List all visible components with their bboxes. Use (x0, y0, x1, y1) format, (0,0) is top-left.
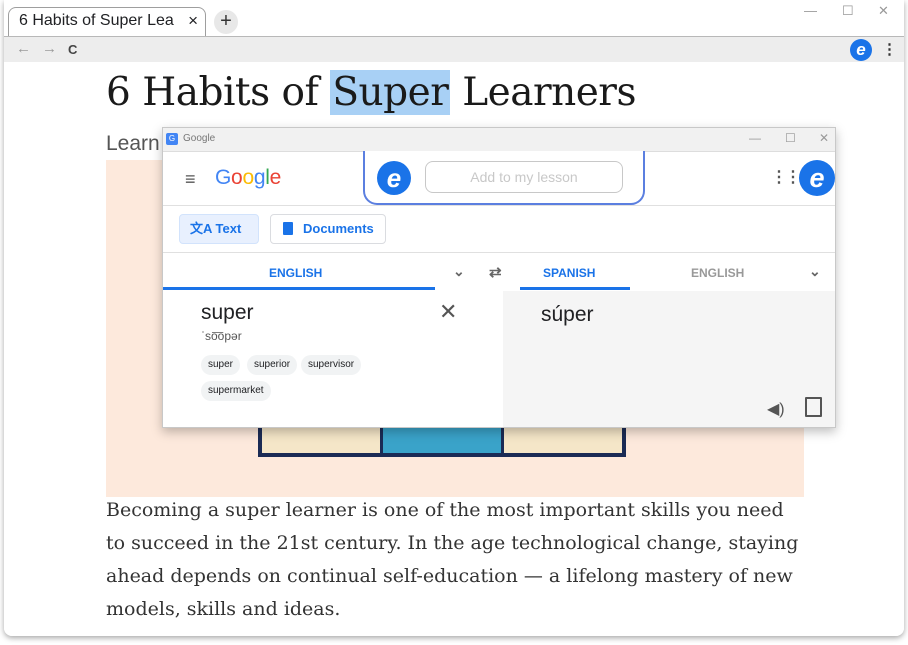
gt-maximize-icon[interactable]: ☐ (785, 131, 796, 145)
add-to-lesson-input[interactable]: Add to my lesson (425, 161, 623, 193)
suggestion-chip[interactable]: super (201, 355, 241, 375)
mode-documents-label: Documents (303, 221, 374, 236)
source-language-tab[interactable]: ENGLISH (269, 266, 322, 280)
title-after: Learners (450, 70, 636, 115)
new-tab-button[interactable]: + (214, 10, 238, 34)
logo-letter: o (242, 166, 254, 189)
suggestion-chip[interactable]: superior (247, 355, 298, 375)
page-subtitle: Learn (106, 132, 160, 155)
source-lang-dropdown-icon[interactable]: ⌄ (453, 263, 465, 280)
hamburger-menu-icon[interactable]: ≡ (185, 169, 196, 190)
target-language-alt-tab[interactable]: ENGLISH (691, 266, 744, 280)
gt-close-icon[interactable]: ✕ (819, 131, 829, 145)
document-icon (283, 222, 293, 235)
maximize-icon[interactable]: ☐ (842, 3, 854, 19)
translated-text: súper (541, 303, 594, 326)
mode-text-button[interactable]: 文A Text (179, 214, 259, 244)
gt-titlebar: G Google — ☐ ✕ (163, 128, 835, 152)
mode-documents-button[interactable]: Documents (270, 214, 386, 244)
speaker-icon[interactable]: ◀) (767, 399, 785, 419)
logo-letter: o (231, 166, 243, 189)
mode-selector: 文A Text Documents (163, 206, 835, 253)
forward-icon[interactable]: → (42, 40, 57, 57)
page-title: 6 Habits of Super Learners (106, 70, 636, 115)
suggestion-chip[interactable]: supermarket (201, 381, 271, 401)
mode-text-label: Text (215, 221, 242, 236)
logo-letter: G (215, 166, 232, 189)
gt-header: ≡ Google e Add to my lesson ⋮⋮⋮ e (163, 151, 835, 206)
title-highlight[interactable]: Super (330, 70, 451, 115)
title-before: 6 Habits of (106, 70, 331, 115)
google-translate-window: G Google — ☐ ✕ ≡ Google e Add to my less… (162, 127, 836, 428)
article-paragraph: Becoming a super learner is one of the m… (106, 499, 799, 620)
language-bar: ENGLISH ⌄ ⇄ SPANISH ENGLISH ⌄ (163, 253, 835, 291)
copy-icon[interactable] (805, 397, 822, 417)
reload-icon[interactable]: C (68, 42, 77, 57)
gt-minimize-icon[interactable]: — (749, 131, 761, 145)
toolbar: ← → C e ⋮ (4, 36, 904, 63)
minimize-icon[interactable]: — (804, 3, 817, 18)
google-logo: Google (215, 166, 281, 190)
close-window-icon[interactable]: ✕ (878, 3, 889, 19)
account-e-icon[interactable]: e (799, 160, 835, 196)
suggestion-chip[interactable]: supervisor (301, 355, 362, 375)
source-panel[interactable]: super ˈso͞opər ✕ super superior supervis… (163, 291, 503, 427)
translate-icon: 文A (190, 221, 212, 236)
target-tab-indicator (520, 287, 630, 290)
source-text[interactable]: super (201, 301, 254, 325)
clear-text-icon[interactable]: ✕ (439, 299, 457, 325)
gt-window-title: Google (183, 133, 216, 144)
popup-e-icon[interactable]: e (377, 161, 411, 195)
tab-close-icon[interactable]: × (188, 11, 198, 31)
source-tab-indicator (163, 287, 435, 290)
back-icon[interactable]: ← (16, 40, 31, 57)
target-panel: súper ◀) (503, 291, 835, 427)
phonetic-text: ˈso͞opər (201, 329, 242, 343)
target-lang-dropdown-icon[interactable]: ⌄ (809, 263, 821, 280)
extension-e-icon[interactable]: e (850, 39, 872, 61)
swap-languages-icon[interactable]: ⇄ (489, 263, 502, 281)
logo-letter: e (269, 166, 282, 189)
tab-title: 6 Habits of Super Lea (19, 12, 174, 29)
logo-letter: g (253, 166, 266, 189)
tab-active[interactable]: 6 Habits of Super Lea × (8, 7, 206, 36)
target-language-tab[interactable]: SPANISH (543, 266, 595, 280)
translate-favicon-icon: G (166, 133, 178, 145)
tab-strip: 6 Habits of Super Lea × + — ☐ ✕ (4, 0, 904, 36)
browser-menu-icon[interactable]: ⋮ (882, 40, 897, 58)
lesson-popup: e Add to my lesson (363, 151, 645, 205)
